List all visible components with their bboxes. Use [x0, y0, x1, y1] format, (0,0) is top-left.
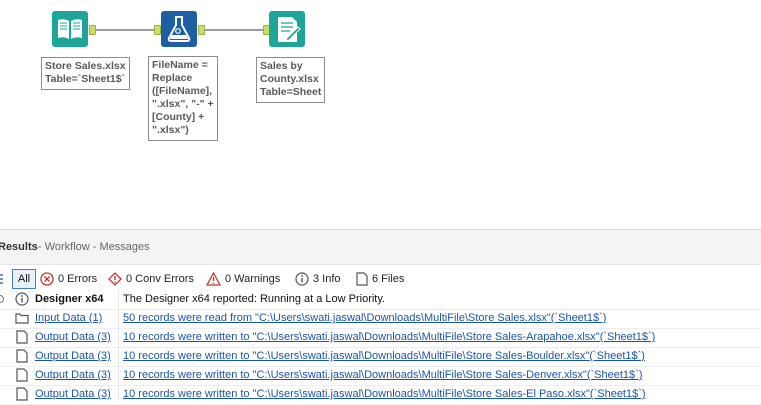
input-data-tool[interactable] [52, 11, 88, 47]
output-tool-annotation: Sales by County.xlsx Table=Sheet [256, 57, 326, 103]
filter-errors[interactable]: 0 Errors [40, 270, 97, 288]
info-icon [0, 295, 4, 303]
message-tool-link[interactable]: Input Data (1) [35, 312, 102, 324]
filter-warnings[interactable]: 0 Warnings [206, 270, 280, 288]
message-tool-link[interactable]: Output Data (3) [35, 369, 111, 381]
message-link[interactable]: 10 records were written to "C:\Users\swa… [123, 388, 646, 400]
results-title: Results [0, 241, 38, 253]
message-tool-link[interactable]: Output Data (3) [35, 388, 111, 400]
flask-icon [167, 16, 191, 42]
formula-tool-annotation: FileName = Replace ([FileName], ".xlsx",… [148, 56, 218, 141]
filter-errors-label: 0 Errors [58, 273, 98, 285]
info-icon [15, 292, 29, 306]
filter-info-label: 3 Info [313, 273, 341, 285]
input-tool-annotation: Store Sales.xlsx Table=`Sheet1$` [41, 57, 130, 90]
connection-line[interactable] [95, 29, 160, 31]
file-icon [16, 368, 28, 382]
message-link[interactable]: 10 records were written to "C:\Users\swa… [123, 369, 643, 381]
connection-line[interactable] [204, 29, 269, 31]
document-icon [278, 17, 301, 42]
workflow-canvas[interactable]: Store Sales.xlsx Table=`Sheet1$` FileNam… [0, 0, 761, 228]
message-row[interactable]: Output Data (3) 10 records were written … [0, 366, 761, 386]
message-tool-link[interactable]: Output Data (3) [35, 331, 111, 343]
conv-error-icon [108, 272, 122, 286]
filter-files-label: 6 Files [372, 273, 405, 285]
message-link[interactable]: 50 records were read from "C:\Users\swat… [123, 312, 606, 324]
filter-conv-errors[interactable]: 0 Conv Errors [108, 270, 194, 288]
info-icon [295, 272, 309, 286]
results-filter-bar: All 0 Errors 0 Conv Errors 0 Warnings 3 … [0, 268, 761, 290]
filter-warnings-label: 0 Warnings [225, 273, 281, 285]
error-icon [40, 272, 54, 286]
filter-files[interactable]: 6 Files [356, 270, 404, 288]
message-row[interactable]: Output Data (3) 10 records were written … [0, 385, 761, 405]
file-icon [16, 349, 28, 363]
filter-info[interactable]: 3 Info [295, 270, 341, 288]
filter-all-button[interactable]: All [12, 269, 36, 289]
folder-icon [15, 313, 29, 324]
file-icon [356, 272, 368, 286]
book-icon [58, 19, 82, 39]
message-row[interactable]: Designer x64 The Designer x64 reported: … [0, 290, 761, 310]
file-icon [16, 330, 28, 344]
formula-tool[interactable] [161, 11, 197, 47]
output-data-tool[interactable] [269, 11, 305, 47]
input-anchor[interactable] [154, 25, 161, 35]
message-row[interactable]: Output Data (3) 10 records were written … [0, 328, 761, 348]
warning-icon [206, 272, 221, 286]
results-header: Results - Workflow - Messages [0, 230, 761, 265]
message-row[interactable]: Output Data (3) 10 records were written … [0, 347, 761, 367]
message-tool-link[interactable]: Output Data (3) [35, 350, 111, 362]
message-row[interactable]: Input Data (1) 50 records were read from… [0, 309, 761, 329]
results-pane: Results - Workflow - Messages All 0 Erro… [0, 229, 761, 405]
message-link[interactable]: 10 records were written to "C:\Users\swa… [123, 331, 655, 343]
file-icon [16, 387, 28, 401]
results-subtitle: - Workflow - Messages [38, 241, 150, 253]
message-tool-name: Designer x64 [35, 293, 104, 305]
filter-conv-errors-label: 0 Conv Errors [126, 273, 194, 285]
message-text: The Designer x64 reported: Running at a … [123, 293, 386, 305]
list-icon[interactable] [0, 273, 4, 285]
message-link[interactable]: 10 records were written to "C:\Users\swa… [123, 350, 645, 362]
